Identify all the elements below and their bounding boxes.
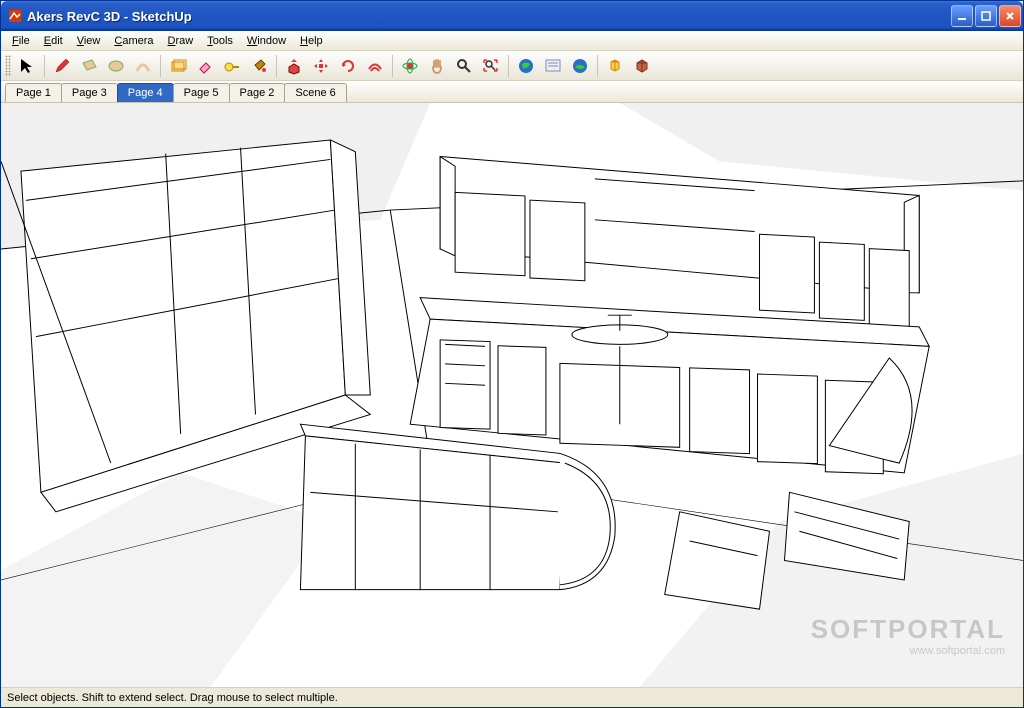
get-models-tool[interactable] (602, 53, 628, 79)
menu-help[interactable]: Help (293, 33, 330, 49)
scene-tab-page-5[interactable]: Page 5 (173, 83, 230, 102)
window-controls (951, 5, 1021, 27)
toolbar-separator (160, 55, 161, 77)
menu-file[interactable]: File (5, 33, 37, 49)
toolbar-separator (508, 55, 509, 77)
zoom-tool[interactable] (451, 53, 477, 79)
offset-tool[interactable] (362, 53, 388, 79)
minimize-button[interactable] (951, 5, 973, 27)
menubar: FileEditViewCameraDrawToolsWindowHelp (1, 31, 1023, 51)
menu-view[interactable]: View (70, 33, 108, 49)
rotate-tool[interactable] (335, 53, 361, 79)
menu-edit[interactable]: Edit (37, 33, 70, 49)
tape-measure-tool[interactable] (219, 53, 245, 79)
zoom-extents-tool[interactable] (478, 53, 504, 79)
select-tool[interactable] (14, 53, 40, 79)
scene-tab-page-3[interactable]: Page 3 (61, 83, 118, 102)
titlebar: Akers RevC 3D - SketchUp (1, 1, 1023, 31)
close-button[interactable] (999, 5, 1021, 27)
toolbar-separator (392, 55, 393, 77)
toolbar-separator (597, 55, 598, 77)
statusbar: Select objects. Shift to extend select. … (1, 687, 1023, 707)
get-current-view-tool[interactable] (513, 53, 539, 79)
scene-tab-page-1[interactable]: Page 1 (5, 83, 62, 102)
scene-tab-scene-6[interactable]: Scene 6 (284, 83, 346, 102)
menu-draw[interactable]: Draw (161, 33, 201, 49)
toolbar-separator (44, 55, 45, 77)
paint-bucket-tool[interactable] (246, 53, 272, 79)
move-tool[interactable] (308, 53, 334, 79)
toggle-terrain-tool[interactable] (567, 53, 593, 79)
rectangle-tool[interactable] (76, 53, 102, 79)
orbit-tool[interactable] (397, 53, 423, 79)
arc-tool[interactable] (130, 53, 156, 79)
toolbar-separator (276, 55, 277, 77)
scene-tab-page-4[interactable]: Page 4 (117, 83, 174, 102)
share-model-tool[interactable] (629, 53, 655, 79)
scene-tabs: Page 1Page 3Page 4Page 5Page 2Scene 6 (1, 81, 1023, 103)
model-info-tool[interactable] (540, 53, 566, 79)
push-pull-tool[interactable] (281, 53, 307, 79)
menu-window[interactable]: Window (240, 33, 293, 49)
menu-camera[interactable]: Camera (107, 33, 160, 49)
make-component-tool[interactable] (165, 53, 191, 79)
maximize-button[interactable] (975, 5, 997, 27)
status-hint: Select objects. Shift to extend select. … (7, 692, 338, 704)
circle-tool[interactable] (103, 53, 129, 79)
pencil-tool[interactable] (49, 53, 75, 79)
viewport-3d[interactable]: SOFTPORTAL www.softportal.com (1, 103, 1023, 687)
eraser-tool[interactable] (192, 53, 218, 79)
menu-tools[interactable]: Tools (200, 33, 240, 49)
pan-tool[interactable] (424, 53, 450, 79)
window-title: Akers RevC 3D - SketchUp (27, 9, 951, 24)
app-icon (7, 8, 23, 24)
scene-tab-page-2[interactable]: Page 2 (229, 83, 286, 102)
main-toolbar (1, 51, 1023, 81)
toolbar-grip[interactable] (5, 55, 11, 77)
